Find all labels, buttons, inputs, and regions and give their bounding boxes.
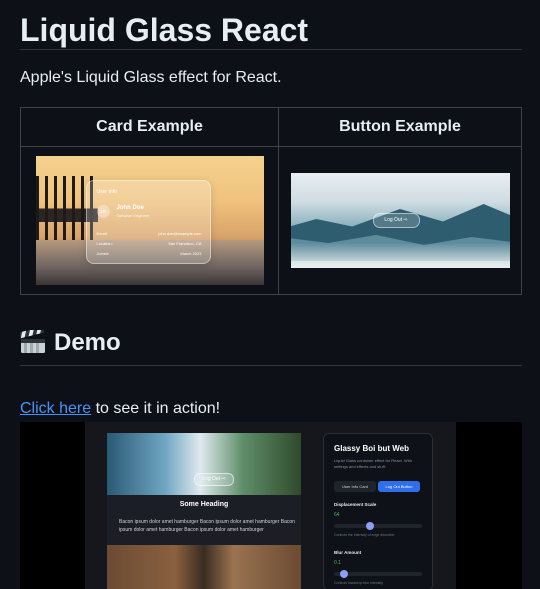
examples-table: Card Example Button Example User Info JD… bbox=[20, 107, 522, 295]
demo-link[interactable]: Click here bbox=[20, 400, 91, 417]
demo-card-heading: Some Heading bbox=[179, 501, 229, 508]
panel-tabs: User Info Card Log Out Button bbox=[334, 481, 422, 492]
card-row-email: Email: john.doe@example.com bbox=[96, 231, 202, 236]
clapper-board-icon bbox=[19, 326, 46, 353]
card-title: User Info bbox=[96, 189, 117, 195]
card-example-cell: User Info JD John Doe Software Engineer … bbox=[20, 146, 279, 295]
demo-screenshot: Log Out ⇨ Some Heading Bacon ipsum dolor… bbox=[20, 422, 522, 589]
user-role: Software Engineer bbox=[116, 213, 150, 218]
intro-text: Apple's Liquid Glass effect for React. bbox=[20, 69, 282, 86]
card-row-joined: Joined: March 2023 bbox=[96, 251, 202, 256]
user-name: John Doe bbox=[116, 205, 144, 211]
fog-layer bbox=[290, 243, 510, 268]
card-row-location: Location: San Francisco, CA bbox=[96, 241, 202, 246]
displacement-slider bbox=[334, 522, 422, 530]
settings-panel: Glassy Boi but Web Liquid Glass containe… bbox=[323, 433, 433, 589]
readme-content: Liquid Glass React Apple's Liquid Glass … bbox=[19, 0, 522, 589]
card-example-header: Card Example bbox=[20, 107, 279, 147]
demo-heading-text: Demo bbox=[54, 329, 121, 356]
demo-preview-area: Log Out ⇨ Some Heading Bacon ipsum dolor… bbox=[107, 433, 301, 589]
tab-user-info-card: User Info Card bbox=[334, 481, 376, 492]
blur-slider bbox=[334, 570, 422, 578]
button-example-cell: Log Out ⇨ bbox=[278, 146, 522, 295]
button-example-image[interactable]: Log Out ⇨ bbox=[290, 173, 510, 268]
displacement-knob bbox=[366, 522, 374, 530]
demo-link-line: Click here to see it in action! bbox=[20, 399, 220, 419]
tab-log-out-button: Log Out Button bbox=[378, 481, 420, 492]
displacement-value: 64 bbox=[334, 512, 340, 518]
blur-value: 0.1 bbox=[334, 560, 341, 566]
card-example-image[interactable]: User Info JD John Doe Software Engineer … bbox=[35, 156, 264, 285]
glass-user-card: User Info JD John Doe Software Engineer … bbox=[85, 180, 211, 264]
wood-image bbox=[107, 545, 301, 589]
blur-knob bbox=[340, 570, 349, 578]
demo-app: Log Out ⇨ Some Heading Bacon ipsum dolor… bbox=[85, 422, 456, 589]
blur-label: Blur Amount bbox=[334, 550, 362, 555]
displacement-help: Controls the intensity of edge distortio… bbox=[334, 533, 395, 537]
blur-help: Controls backdrop blur intensity bbox=[334, 581, 384, 585]
panel-description: Liquid Glass container effect for React.… bbox=[334, 458, 412, 469]
avatar: JD bbox=[96, 205, 110, 218]
glass-logout-button: Log Out ⇨ bbox=[372, 213, 420, 228]
page-title: Liquid Glass React bbox=[20, 0, 522, 50]
button-example-header: Button Example bbox=[278, 107, 522, 147]
demo-logout-button: Log Out ⇨ bbox=[194, 473, 234, 486]
panel-title: Glassy Boi but Web bbox=[334, 444, 409, 453]
demo-card-body: Bacon ipsum dolor amet hamburger Bacon i… bbox=[119, 519, 295, 533]
demo-link-suffix: to see it in action! bbox=[91, 400, 221, 417]
demo-heading: Demo bbox=[19, 322, 522, 366]
displacement-label: Displacement Scale bbox=[334, 502, 377, 507]
